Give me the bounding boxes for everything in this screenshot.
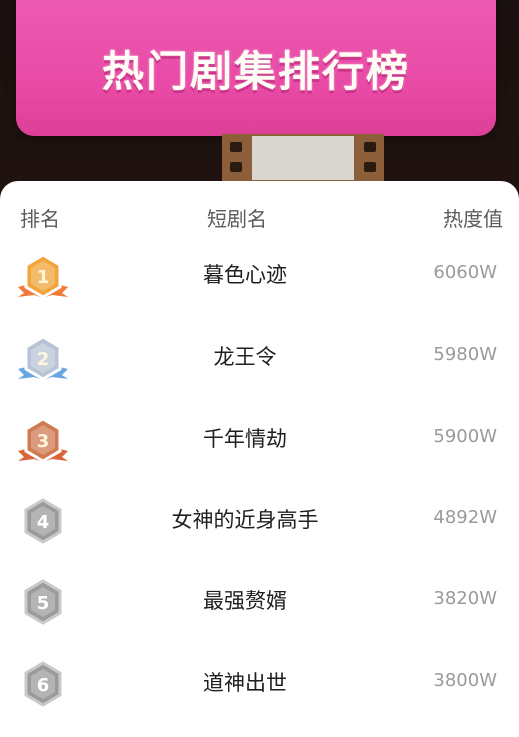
- rank-number: 4: [37, 512, 50, 533]
- rank-number: 5: [37, 593, 50, 614]
- table-header: 排名 短剧名 热度值: [0, 203, 519, 233]
- rank-number: 6: [37, 675, 50, 696]
- drama-title[interactable]: 最强赘婿: [100, 585, 390, 615]
- ranking-screen: 热门剧集排行榜 排名 短剧名 热度值 1 暮色心迹 6060W 2 龙王令 5980W 3 千…: [0, 0, 519, 737]
- header-name: 短剧名: [207, 207, 267, 231]
- ranking-row[interactable]: 3 千年情劫 5900W: [0, 415, 519, 467]
- heat-value: 5900W: [433, 426, 497, 447]
- heat-value: 5980W: [433, 344, 497, 365]
- heat-value: 3800W: [433, 670, 497, 691]
- header-rank: 排名: [20, 207, 60, 231]
- rank-badge-icon: 6: [24, 661, 62, 707]
- header-heat: 热度值: [443, 207, 503, 231]
- banner-title: 热门剧集排行榜: [101, 46, 410, 96]
- ranking-banner: 热门剧集排行榜: [16, 0, 496, 136]
- drama-title[interactable]: 千年情劫: [100, 423, 390, 453]
- drama-title[interactable]: 道神出世: [100, 667, 390, 697]
- rank-badge-icon: 5: [24, 579, 62, 625]
- bronze-medal-icon: 3: [18, 417, 68, 463]
- rank-number: 2: [37, 349, 50, 370]
- gold-medal-icon: 1: [18, 253, 68, 299]
- ranking-row[interactable]: 5 最强赘婿 3820W: [0, 577, 519, 629]
- drama-title[interactable]: 龙王令: [100, 341, 390, 371]
- ranking-row[interactable]: 6 道神出世 3800W: [0, 659, 519, 711]
- ranking-row[interactable]: 1 暮色心迹 6060W: [0, 251, 519, 303]
- ranking-card: 排名 短剧名 热度值 1 暮色心迹 6060W 2 龙王令 5980W 3 千年情劫 5900W…: [0, 181, 519, 737]
- heat-value: 4892W: [433, 507, 497, 528]
- heat-value: 3820W: [433, 588, 497, 609]
- ranking-row[interactable]: 4 女神的近身高手 4892W: [0, 496, 519, 548]
- rank-badge-icon: 4: [24, 498, 62, 544]
- heat-value: 6060W: [433, 262, 497, 283]
- drama-title[interactable]: 暮色心迹: [100, 259, 390, 289]
- drama-title[interactable]: 女神的近身高手: [100, 504, 390, 534]
- ranking-row[interactable]: 2 龙王令 5980W: [0, 333, 519, 385]
- silver-medal-icon: 2: [18, 335, 68, 381]
- rank-number: 3: [37, 431, 50, 452]
- rank-number: 1: [37, 267, 50, 288]
